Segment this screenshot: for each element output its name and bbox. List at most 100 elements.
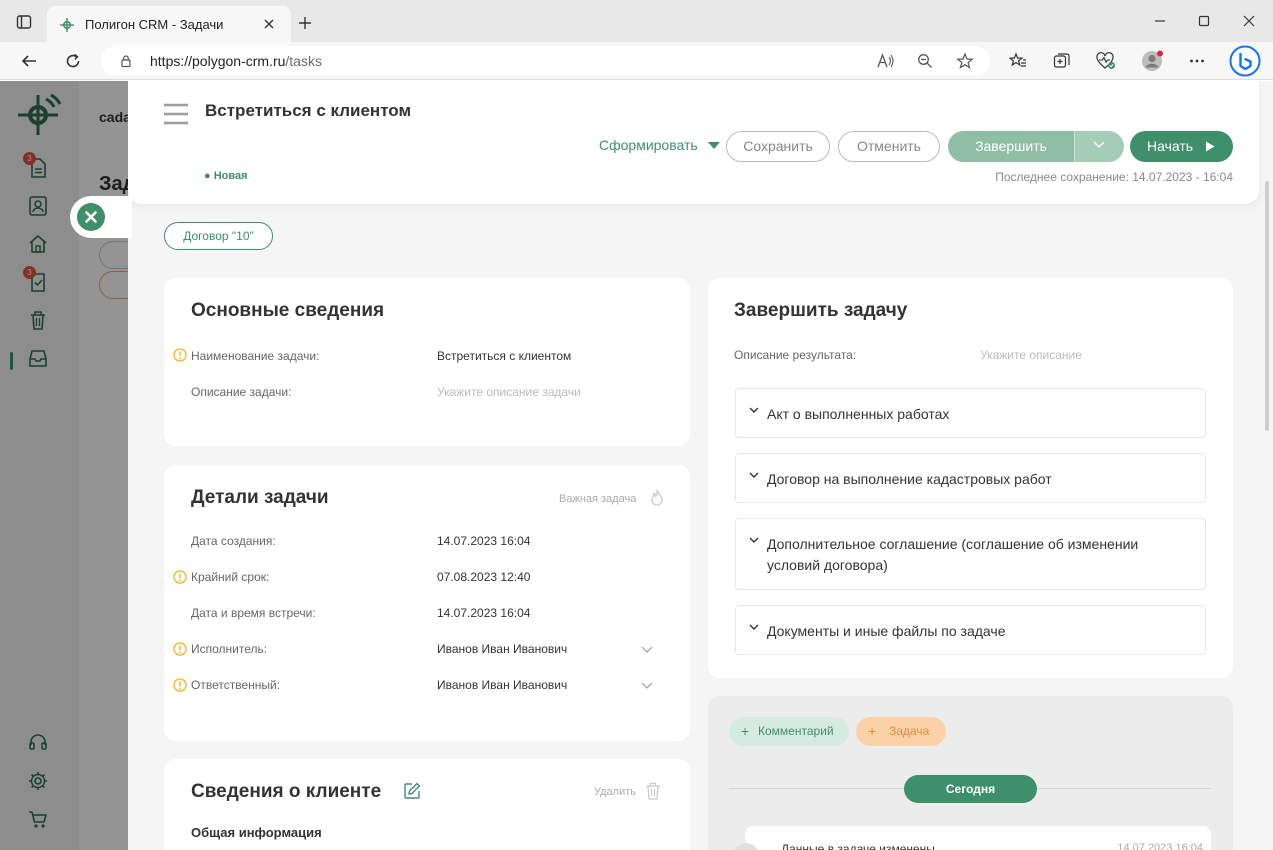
status-badge: ● Новая xyxy=(204,170,248,182)
task-drawer: Встретиться с клиентом ● Новая Сформиров… xyxy=(128,81,1273,850)
save-button[interactable]: Сохранить xyxy=(726,131,830,162)
basic-info-card: Основные сведения Наименование задачи: В… xyxy=(164,278,690,446)
accordion-label: Документы и иные файлы по задаче xyxy=(767,623,1006,639)
responsible-select[interactable]: Иванов Иван Иванович xyxy=(437,678,567,692)
new-tab-icon[interactable] xyxy=(297,15,313,31)
browser-essentials-icon[interactable] xyxy=(1096,52,1116,70)
polygon-favicon-icon xyxy=(59,17,75,33)
play-icon xyxy=(1205,141,1215,152)
deadline-value[interactable]: 07.08.2023 12:40 xyxy=(437,570,530,584)
accordion-additional-agreement[interactable]: Дополнительное соглашение (соглашение об… xyxy=(735,518,1206,590)
client-info-card: Сведения о клиенте Удалить Общая информа… xyxy=(164,759,690,850)
add-task-label: Задача xyxy=(889,724,930,738)
finish-options-toggle[interactable] xyxy=(1074,131,1124,162)
tab-title: Полигон CRM - Задачи xyxy=(85,17,224,32)
task-details-card: Детали задачи Важная задача Дата создани… xyxy=(164,465,690,741)
browser-tab[interactable]: Полигон CRM - Задачи xyxy=(47,6,291,42)
client-info-title: Сведения о клиенте xyxy=(191,781,382,802)
read-aloud-icon[interactable] xyxy=(877,53,895,69)
executor-select[interactable]: Иванов Иван Иванович xyxy=(437,642,567,656)
trash-icon[interactable] xyxy=(645,782,661,800)
task-header: Встретиться с клиентом ● Новая Сформиров… xyxy=(128,81,1259,204)
address-bar[interactable]: https://polygon-crm.ru/tasks xyxy=(101,46,990,76)
chevron-down-icon[interactable] xyxy=(641,682,653,690)
created-date-label: Дата создания: xyxy=(191,534,276,548)
profile-avatar-icon[interactable] xyxy=(1141,50,1163,72)
log-item-text: Данные в задаче изменены xyxy=(781,842,935,850)
edit-pencil-icon[interactable] xyxy=(403,782,421,800)
refresh-icon[interactable] xyxy=(64,52,82,70)
activity-feed: + Комментарий + Задача Сегодня Данные в … xyxy=(708,696,1233,850)
accordion-label: Акт о выполненных работах xyxy=(767,406,950,422)
required-warning-icon xyxy=(173,678,187,692)
today-date-pill: Сегодня xyxy=(904,775,1037,803)
task-description-input[interactable]: Укажите описание задачи xyxy=(437,385,581,399)
task-description-label: Описание задачи: xyxy=(191,385,292,399)
url-path: /tasks xyxy=(285,53,322,69)
browser-tab-bar: Полигон CRM - Задачи xyxy=(0,0,1273,42)
chevron-down-icon xyxy=(749,472,759,479)
lock-icon[interactable] xyxy=(119,54,133,68)
maximize-window-icon[interactable] xyxy=(1197,14,1211,28)
tab-actions-icon[interactable] xyxy=(16,14,32,30)
back-arrow-icon[interactable] xyxy=(20,52,38,70)
finish-task-title: Завершить задачу xyxy=(734,300,908,321)
responsible-label: Ответственный: xyxy=(191,678,281,692)
required-warning-icon xyxy=(173,570,187,584)
drawer-scrollbar[interactable] xyxy=(1265,181,1269,431)
tab-close-icon[interactable] xyxy=(262,17,276,31)
important-task-label[interactable]: Важная задача xyxy=(559,493,636,505)
delete-client-label[interactable]: Удалить xyxy=(594,786,636,798)
favorites-icon[interactable] xyxy=(1009,52,1027,70)
zoom-out-icon[interactable] xyxy=(917,53,933,69)
fire-icon[interactable] xyxy=(649,489,665,507)
result-description-label: Описание результата: xyxy=(734,348,857,362)
meeting-datetime-value[interactable]: 14.07.2023 16:04 xyxy=(437,606,530,620)
task-name-label: Наименование задачи: xyxy=(191,349,320,363)
task-name-value[interactable]: Встретиться с клиентом xyxy=(437,349,571,363)
activity-log-item[interactable]: Данные в задаче изменены 14.07.2023 16:0… xyxy=(733,826,1211,850)
plus-icon: + xyxy=(741,723,750,739)
accordion-label: Дополнительное соглашение (соглашение об… xyxy=(767,536,1139,573)
url-text: https://polygon-crm.ru/tasks xyxy=(150,53,322,69)
finish-button[interactable]: Завершить xyxy=(948,131,1074,162)
url-domain: https://polygon-crm.ru xyxy=(150,53,286,69)
add-comment-button[interactable]: + Комментарий xyxy=(729,717,849,746)
accordion-work-acceptance[interactable]: Акт о выполненных работах xyxy=(735,388,1206,438)
result-description-input[interactable]: Укажите описание xyxy=(980,348,1082,362)
deadline-label: Крайний срок: xyxy=(191,570,270,584)
accordion-cadastral-contract[interactable]: Договор на выполнение кадастровых работ xyxy=(735,453,1206,503)
required-warning-icon xyxy=(173,348,187,362)
basic-info-title: Основные сведения xyxy=(191,300,385,321)
bing-copilot-icon[interactable] xyxy=(1229,45,1261,77)
caret-down-icon[interactable] xyxy=(708,142,720,150)
created-date-value: 14.07.2023 16:04 xyxy=(437,534,531,548)
task-title: Встретиться с клиентом xyxy=(205,101,412,120)
minimize-window-icon[interactable] xyxy=(1153,14,1167,28)
browser-toolbar: https://polygon-crm.ru/tasks xyxy=(0,42,1273,80)
favorite-star-icon[interactable] xyxy=(956,52,974,70)
accordion-task-files[interactable]: Документы и иные файлы по задаче xyxy=(735,605,1206,655)
start-button-label: Начать xyxy=(1147,138,1194,154)
close-window-icon[interactable] xyxy=(1242,14,1256,28)
meeting-datetime-label: Дата и время встречи: xyxy=(191,606,316,620)
more-options-icon[interactable] xyxy=(1188,52,1206,70)
required-warning-icon xyxy=(173,642,187,656)
accordion-label: Договор на выполнение кадастровых работ xyxy=(767,471,1052,487)
generate-dropdown-button[interactable]: Сформировать xyxy=(599,137,698,153)
contract-link-chip[interactable]: Договор "10" xyxy=(164,222,273,250)
chevron-down-icon xyxy=(1093,141,1105,149)
log-item-time: 14.07.2023 16:04 xyxy=(1117,842,1203,850)
chevron-down-icon xyxy=(749,624,759,631)
start-button[interactable]: Начать xyxy=(1130,131,1233,162)
close-icon[interactable] xyxy=(77,203,105,231)
cancel-button[interactable]: Отменить xyxy=(838,131,940,162)
collections-icon[interactable] xyxy=(1053,52,1071,70)
hamburger-menu-icon[interactable] xyxy=(164,103,188,125)
avatar xyxy=(733,843,759,850)
chevron-down-icon[interactable] xyxy=(641,646,653,654)
close-drawer-tab[interactable] xyxy=(70,196,132,238)
executor-label: Исполнитель: xyxy=(191,642,268,656)
add-task-button[interactable]: + Задача xyxy=(856,717,946,746)
chevron-down-icon xyxy=(749,407,759,414)
